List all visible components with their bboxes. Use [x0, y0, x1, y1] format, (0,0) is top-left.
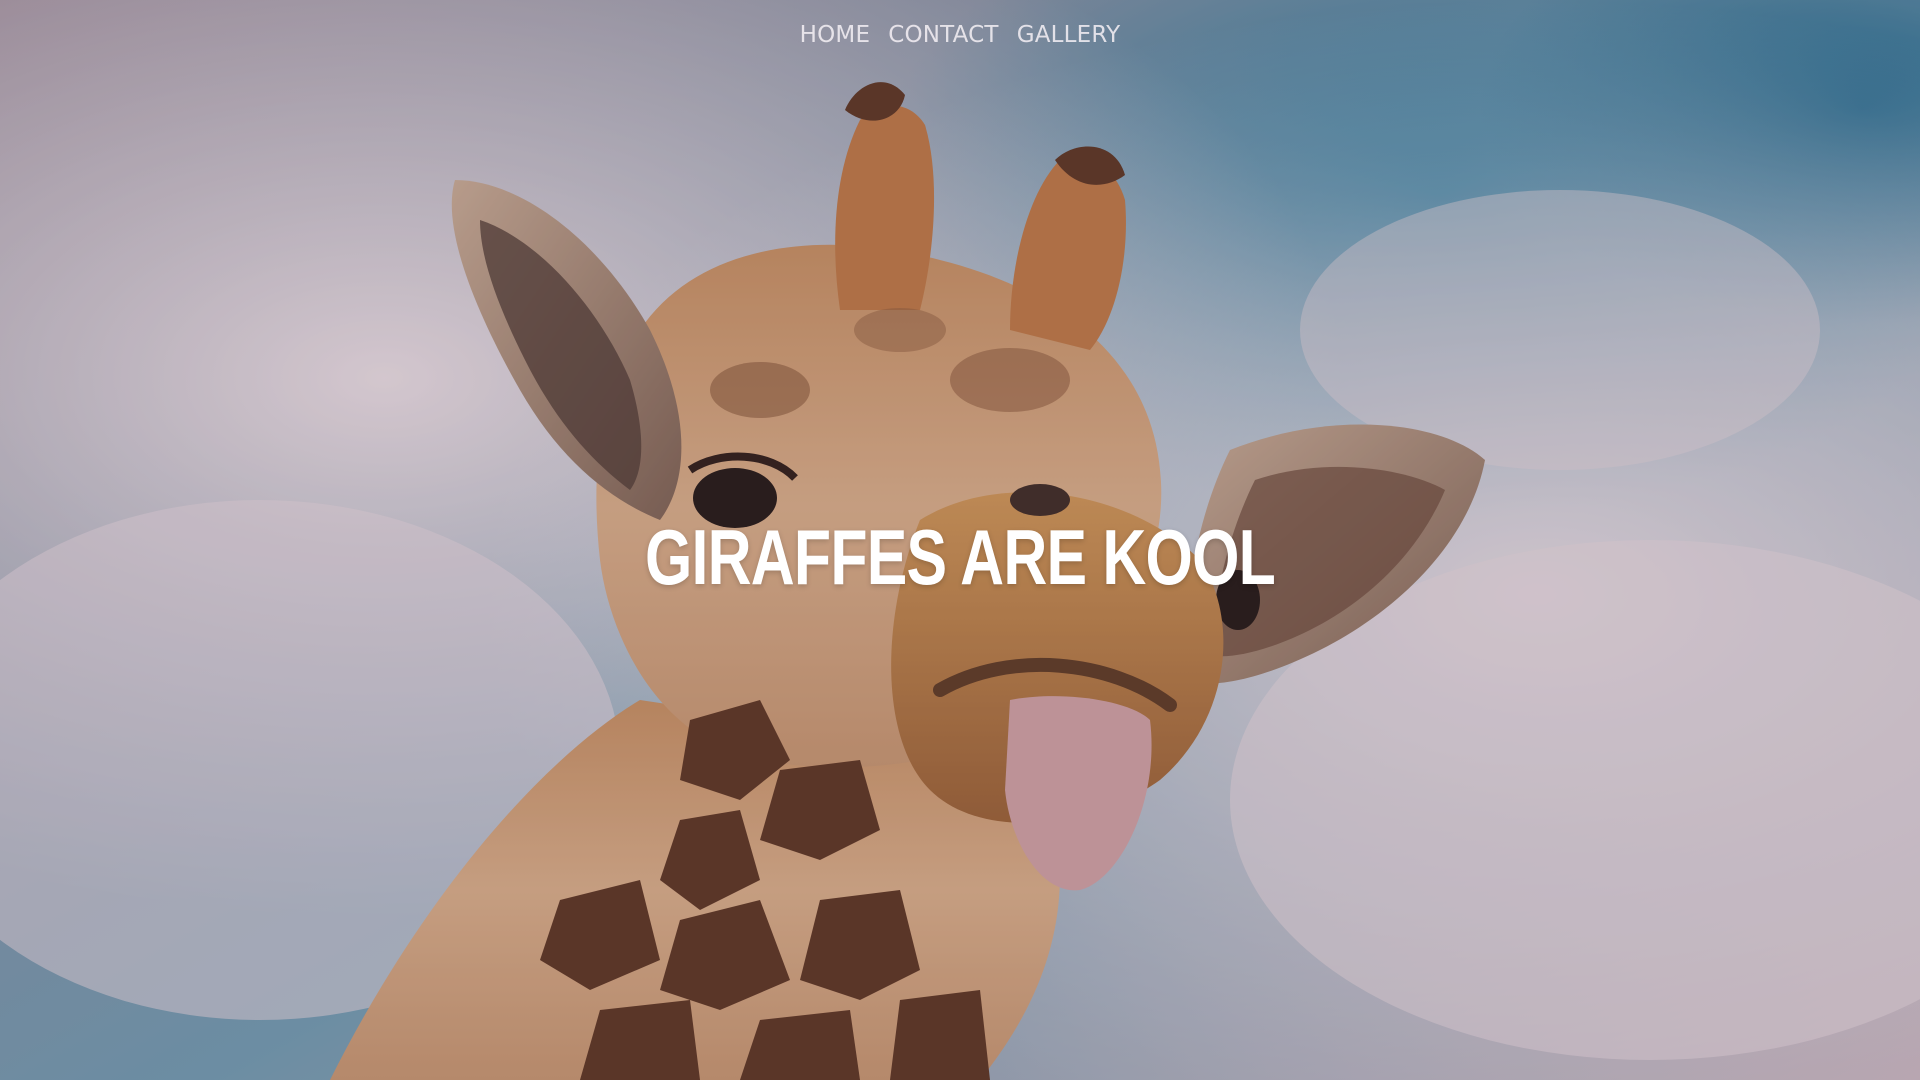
nav-gallery-link[interactable]: GALLERY — [1017, 22, 1121, 48]
hero-headline: GIRAFFES ARE KOOL — [644, 513, 1276, 601]
nav-contact-link[interactable]: CONTACT — [888, 22, 998, 48]
hero-section: HOME CONTACT GALLERY GIRAFFES ARE KOOL — [0, 0, 1920, 1080]
nav-home-link[interactable]: HOME — [800, 22, 871, 48]
top-nav: HOME CONTACT GALLERY — [0, 22, 1920, 48]
